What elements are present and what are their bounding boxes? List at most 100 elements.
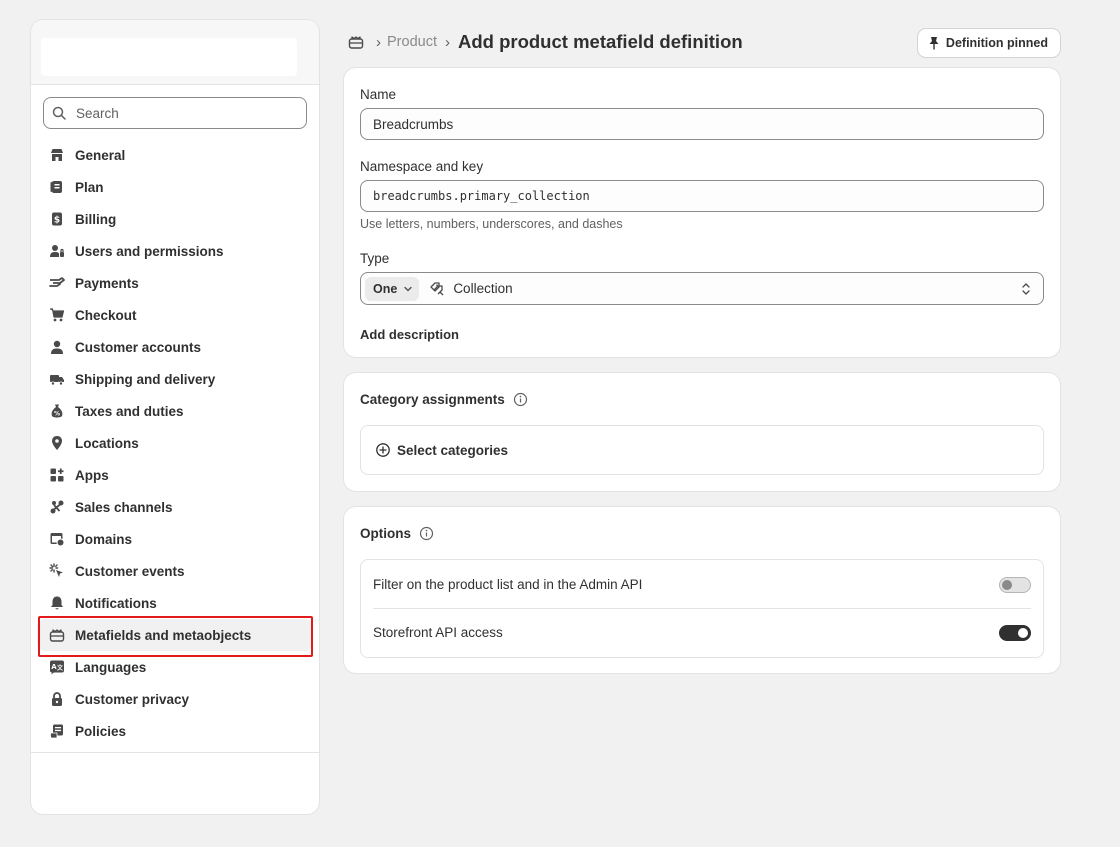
namespace-help-text: Use letters, numbers, underscores, and d…	[360, 217, 623, 231]
breadcrumb-product-link[interactable]: Product	[387, 34, 437, 50]
sidebar-footer	[31, 752, 319, 753]
globe-icon	[49, 531, 65, 547]
sidebar-item-label: Policies	[75, 723, 127, 739]
sidebar-item-label: Payments	[75, 275, 139, 291]
sidebar-item-label: Customer accounts	[75, 339, 202, 355]
truck-icon	[49, 371, 65, 387]
location-pin-icon	[49, 435, 65, 451]
person-icon	[49, 339, 65, 355]
apps-icon	[49, 467, 65, 483]
namespace-key-value: breadcrumbs.primary_collection	[373, 189, 590, 203]
cardinality-value: One	[373, 281, 398, 296]
sidebar-item-label: Languages	[75, 659, 147, 675]
category-card: Category assignments Select categories	[344, 373, 1060, 491]
payments-icon	[49, 275, 65, 291]
users-icon	[49, 243, 65, 259]
type-select[interactable]: One Collection	[360, 272, 1044, 305]
metafields-icon	[49, 627, 65, 643]
info-icon[interactable]	[419, 526, 434, 541]
search-icon	[52, 106, 66, 120]
info-icon[interactable]	[513, 392, 528, 407]
name-label: Name	[360, 87, 397, 102]
settings-nav: General Plan $ Billing Users and permiss…	[31, 139, 319, 747]
sidebar-item-label: Users and permissions	[75, 243, 224, 259]
category-title: Category assignments	[360, 392, 528, 407]
toggle-knob	[1002, 580, 1012, 590]
search-input[interactable]	[76, 105, 296, 121]
bell-icon	[49, 595, 65, 611]
sidebar-item-label: Shipping and delivery	[75, 371, 216, 387]
cursor-sparkle-icon	[49, 563, 65, 579]
sidebar-item-label: Taxes and duties	[75, 403, 184, 419]
sidebar-item-apps[interactable]: Apps	[31, 459, 319, 491]
sidebar-item-sales-channels[interactable]: Sales channels	[31, 491, 319, 523]
options-list: Filter on the product list and in the Ad…	[360, 559, 1044, 658]
sidebar-item-billing[interactable]: $ Billing	[31, 203, 319, 235]
namespace-key-label: Namespace and key	[360, 159, 484, 174]
tax-icon: %	[49, 403, 65, 419]
page-title: Add product metafield definition	[457, 31, 743, 52]
toggle-knob	[1018, 628, 1028, 638]
sidebar-item-plan[interactable]: Plan	[31, 171, 319, 203]
sidebar-item-label: Plan	[75, 179, 104, 195]
sidebar-item-label: Billing	[75, 211, 117, 227]
sidebar-item-domains[interactable]: Domains	[31, 523, 319, 555]
sidebar-item-languages[interactable]: A文 Languages	[31, 651, 319, 683]
sidebar-item-label: Checkout	[75, 307, 137, 323]
name-field[interactable]: Breadcrumbs	[360, 108, 1044, 140]
category-title-text: Category assignments	[360, 392, 505, 407]
add-description-link[interactable]: Add description	[360, 327, 459, 342]
sidebar-item-label: Domains	[75, 531, 133, 547]
sidebar-item-taxes[interactable]: % Taxes and duties	[31, 395, 319, 427]
search-box[interactable]	[43, 97, 307, 129]
storefront-access-toggle[interactable]	[999, 625, 1031, 641]
sidebar-item-label: General	[75, 147, 126, 163]
page-header: › Product › Add product metafield defini…	[344, 24, 1060, 60]
settings-sidebar: General Plan $ Billing Users and permiss…	[31, 20, 319, 814]
option-row-storefront: Storefront API access	[361, 608, 1043, 656]
store-selector[interactable]	[41, 38, 297, 76]
store-header	[31, 20, 319, 85]
select-categories-box[interactable]: Select categories	[360, 425, 1044, 475]
sidebar-item-label: Notifications	[75, 595, 157, 611]
definition-card: Name Breadcrumbs Namespace and key bread…	[344, 68, 1060, 357]
billing-icon: $	[49, 211, 65, 227]
select-chevron-icon	[1021, 281, 1031, 297]
sidebar-item-general[interactable]: General	[31, 139, 319, 171]
policy-icon	[49, 723, 65, 739]
option-label: Storefront API access	[373, 624, 503, 640]
metafields-icon[interactable]	[348, 32, 368, 52]
sidebar-item-metafields[interactable]: Metafields and metaobjects	[37, 619, 313, 651]
breadcrumb-separator: ›	[444, 33, 450, 51]
sidebar-item-policies[interactable]: Policies	[31, 715, 319, 747]
sidebar-item-shipping[interactable]: Shipping and delivery	[31, 363, 319, 395]
namespace-key-field[interactable]: breadcrumbs.primary_collection	[360, 180, 1044, 212]
chevron-down-icon	[403, 284, 413, 294]
sidebar-item-users[interactable]: Users and permissions	[31, 235, 319, 267]
type-value: Collection	[453, 281, 513, 296]
sidebar-item-locations[interactable]: Locations	[31, 427, 319, 459]
cardinality-select[interactable]: One	[365, 276, 420, 301]
select-categories-button[interactable]: Select categories	[361, 426, 1043, 474]
sidebar-item-label: Customer events	[75, 563, 185, 579]
sidebar-item-customer-privacy[interactable]: Customer privacy	[31, 683, 319, 715]
filter-toggle[interactable]	[999, 577, 1031, 593]
options-title: Options	[360, 526, 434, 541]
definition-pinned-button[interactable]: Definition pinned	[917, 29, 1060, 57]
breadcrumb-separator: ›	[376, 33, 381, 51]
option-label: Filter on the product list and in the Ad…	[373, 576, 643, 592]
sidebar-item-label: Locations	[75, 435, 139, 451]
cart-icon	[49, 307, 65, 323]
sidebar-item-customer-accounts[interactable]: Customer accounts	[31, 331, 319, 363]
plus-circle-icon	[375, 442, 391, 458]
sidebar-item-notifications[interactable]: Notifications	[31, 587, 319, 619]
pin-icon	[928, 36, 940, 50]
name-value: Breadcrumbs	[373, 116, 454, 132]
svg-text:文: 文	[56, 664, 64, 672]
sidebar-item-label: Apps	[75, 467, 109, 483]
sidebar-item-checkout[interactable]: Checkout	[31, 299, 319, 331]
sales-channels-icon	[49, 499, 65, 515]
sidebar-item-customer-events[interactable]: Customer events	[31, 555, 319, 587]
pin-button-label: Definition pinned	[945, 36, 1048, 50]
sidebar-item-payments[interactable]: Payments	[31, 267, 319, 299]
